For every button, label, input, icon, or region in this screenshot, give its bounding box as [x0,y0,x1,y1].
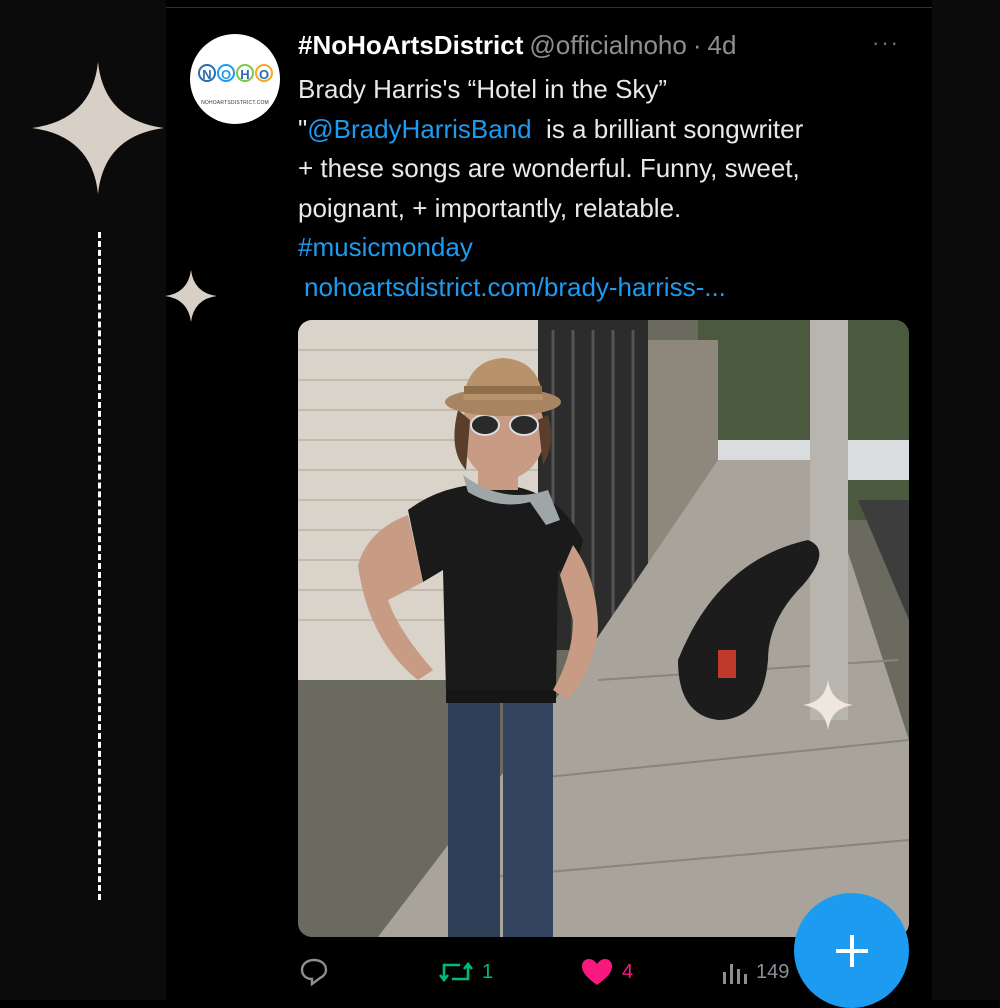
avatar[interactable]: N O H O NOHOARTSDISTRICT.COM [190,34,280,124]
views-icon [723,964,747,984]
text-line: Brady Harris's “Hotel in the Sky” [298,74,668,104]
noho-logo-icon: N O H O [198,64,273,82]
text-line: poignant, + importantly, relatable. [298,192,682,223]
compose-button[interactable] [794,893,909,1008]
logo-letter: N [198,64,216,82]
text-fragment: is a brilliant songwriter [531,113,804,144]
dashed-line [98,232,101,900]
like-count: 4 [622,960,634,983]
url-link[interactable]: nohoartsdistrict.com/brady-harriss-... [298,268,918,308]
small-sparkle-icon [165,270,217,322]
large-sparkle-icon [32,62,164,194]
hashtag-link[interactable]: #musicmonday [298,228,918,268]
logo-subtitle: NOHOARTSDISTRICT.COM [201,100,269,106]
logo-letter: H [236,64,254,82]
views-count: 149 [756,960,790,983]
timestamp[interactable]: 4d [708,30,737,61]
tweet-photo[interactable] [298,320,909,937]
photo-image [298,320,909,937]
plus-icon [794,893,909,1008]
retweet-count: 1 [482,960,494,983]
separator-dot: · [692,30,702,60]
tweet-text: Brady Harris's “Hotel in the Sky” "@Brad… [298,70,918,307]
retweet-button[interactable]: 1 [438,952,493,992]
views-button[interactable]: 149 [720,952,789,992]
tweet-header: #NoHoArtsDistrict @officialnoho · 4d [298,30,736,64]
logo-letter: O [255,64,273,82]
display-name[interactable]: #NoHoArtsDistrict [298,30,523,61]
text-line: + these songs are wonderful. Funny, swee… [298,153,800,183]
mention-link[interactable]: @BradyHarrisBand [307,114,531,144]
reply-icon [300,958,328,987]
divider [166,7,932,8]
retweet-icon [438,961,474,983]
logo-letter: O [217,64,235,82]
like-button[interactable]: 4 [580,952,633,992]
right-decorative-panel [932,0,1000,1000]
handle[interactable]: @officialnoho [529,30,686,61]
text-line: "@BradyHarrisBand is a brilliant songwri… [298,110,918,150]
more-options-icon[interactable]: ··· [872,30,900,56]
reply-button[interactable] [298,952,338,992]
quote-mark: " [298,113,308,144]
heart-icon [582,959,612,985]
